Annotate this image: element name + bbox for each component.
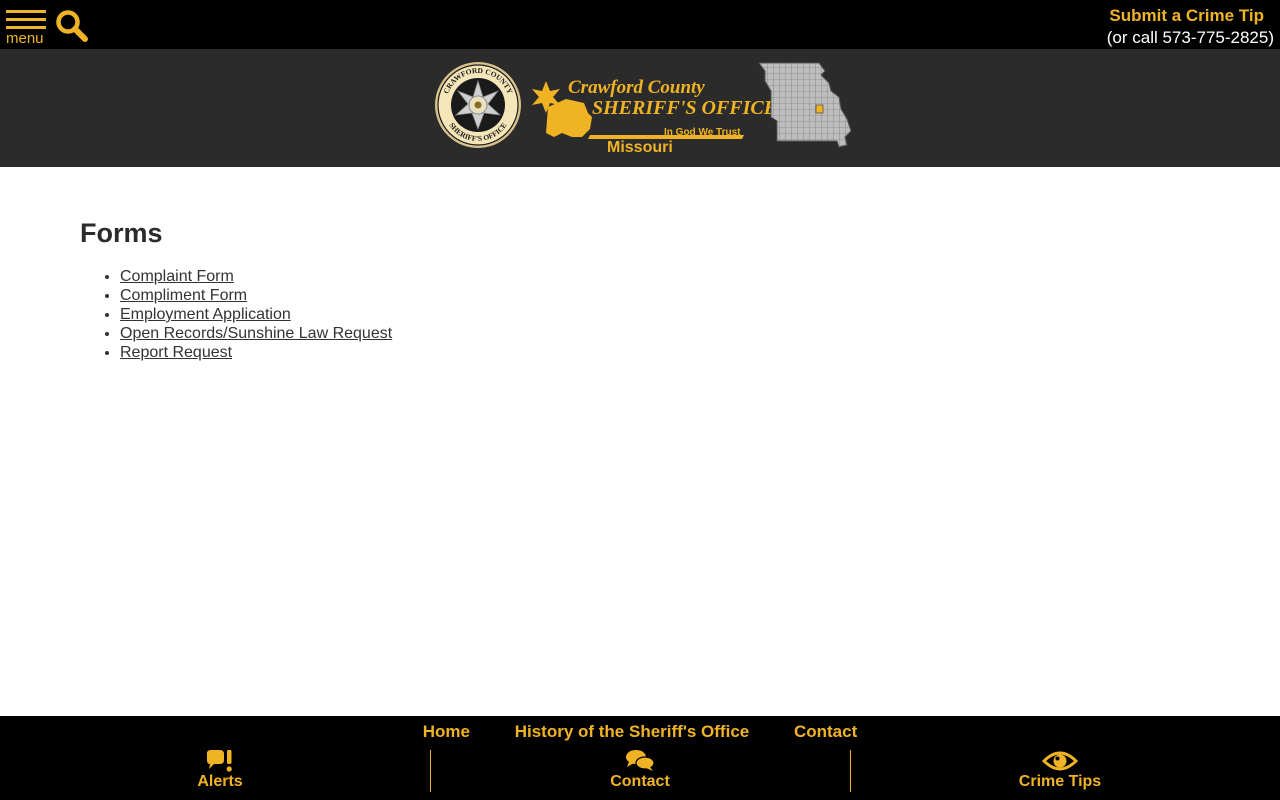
logo-office-text: SHERIFF'S OFFICE	[592, 97, 778, 119]
alerts-button[interactable]: Alerts	[10, 749, 430, 793]
list-item: Complaint Form	[120, 267, 392, 286]
search-button[interactable]	[55, 9, 89, 43]
crime-tips-button[interactable]: Crime Tips	[850, 749, 1270, 793]
logo-state-text: Missouri	[607, 139, 673, 156]
missouri-map-icon	[758, 62, 852, 148]
sheriff-badge-logo: CRAWFORD COUNTY SHERIFF'S OFFICE	[435, 62, 521, 148]
search-icon	[56, 10, 88, 42]
contact-label: Contact	[610, 773, 670, 790]
footer-link-history[interactable]: History of the Sheriff's Office	[515, 722, 750, 741]
footer-nav: Home History of the Sheriff's Office Con…	[0, 722, 1280, 742]
forms-list: Complaint Form Compliment Form Employmen…	[80, 267, 392, 362]
footer-link-home[interactable]: Home	[423, 722, 470, 741]
footer: Home History of the Sheriff's Office Con…	[0, 716, 1280, 800]
page-title: Forms	[80, 218, 163, 248]
crime-tips-label: Crime Tips	[1018, 773, 1102, 790]
logo-motto-text: In God We Trust	[664, 127, 741, 138]
hamburger-icon-bar	[6, 26, 46, 29]
alerts-label: Alerts	[197, 773, 243, 790]
open-records-request-link[interactable]: Open Records/Sunshine Law Request	[120, 325, 392, 342]
logo-county-text: Crawford County	[568, 77, 705, 98]
chat-bubbles-icon	[626, 750, 655, 771]
main-content: Forms Complaint Form Compliment Form Emp…	[80, 217, 392, 362]
menu-label: menu	[6, 30, 44, 47]
site-banner[interactable]: CRAWFORD COUNTY SHERIFF'S OFFICE Crawfor…	[0, 49, 1280, 167]
list-item: Open Records/Sunshine Law Request	[120, 324, 392, 343]
footer-button-bar: Alerts Contact Crime Tips	[0, 749, 1280, 793]
hamburger-icon	[6, 10, 46, 13]
report-request-link[interactable]: Report Request	[120, 344, 232, 361]
top-bar: menu Submit a Crime Tip (or call 573-775…	[0, 0, 1280, 49]
complaint-form-link[interactable]: Complaint Form	[120, 268, 234, 285]
eye-icon	[1042, 751, 1078, 771]
employment-application-link[interactable]: Employment Application	[120, 306, 291, 323]
list-item: Report Request	[120, 343, 392, 362]
footer-link-contact[interactable]: Contact	[794, 722, 857, 741]
list-item: Compliment Form	[120, 286, 392, 305]
submit-crime-tip-link[interactable]: Submit a Crime Tip	[1107, 5, 1264, 27]
contact-button[interactable]: Contact	[430, 749, 850, 793]
hamburger-icon-bar	[6, 18, 46, 21]
list-item: Employment Application	[120, 305, 392, 324]
menu-button[interactable]: menu	[6, 10, 46, 47]
compliment-form-link[interactable]: Compliment Form	[120, 287, 247, 304]
tip-phone-text: (or call 573-775-2825)	[1106, 28, 1274, 47]
crime-tip-block: Submit a Crime Tip (or call 573-775-2825…	[1107, 5, 1274, 49]
alert-bubble-icon	[207, 750, 232, 772]
